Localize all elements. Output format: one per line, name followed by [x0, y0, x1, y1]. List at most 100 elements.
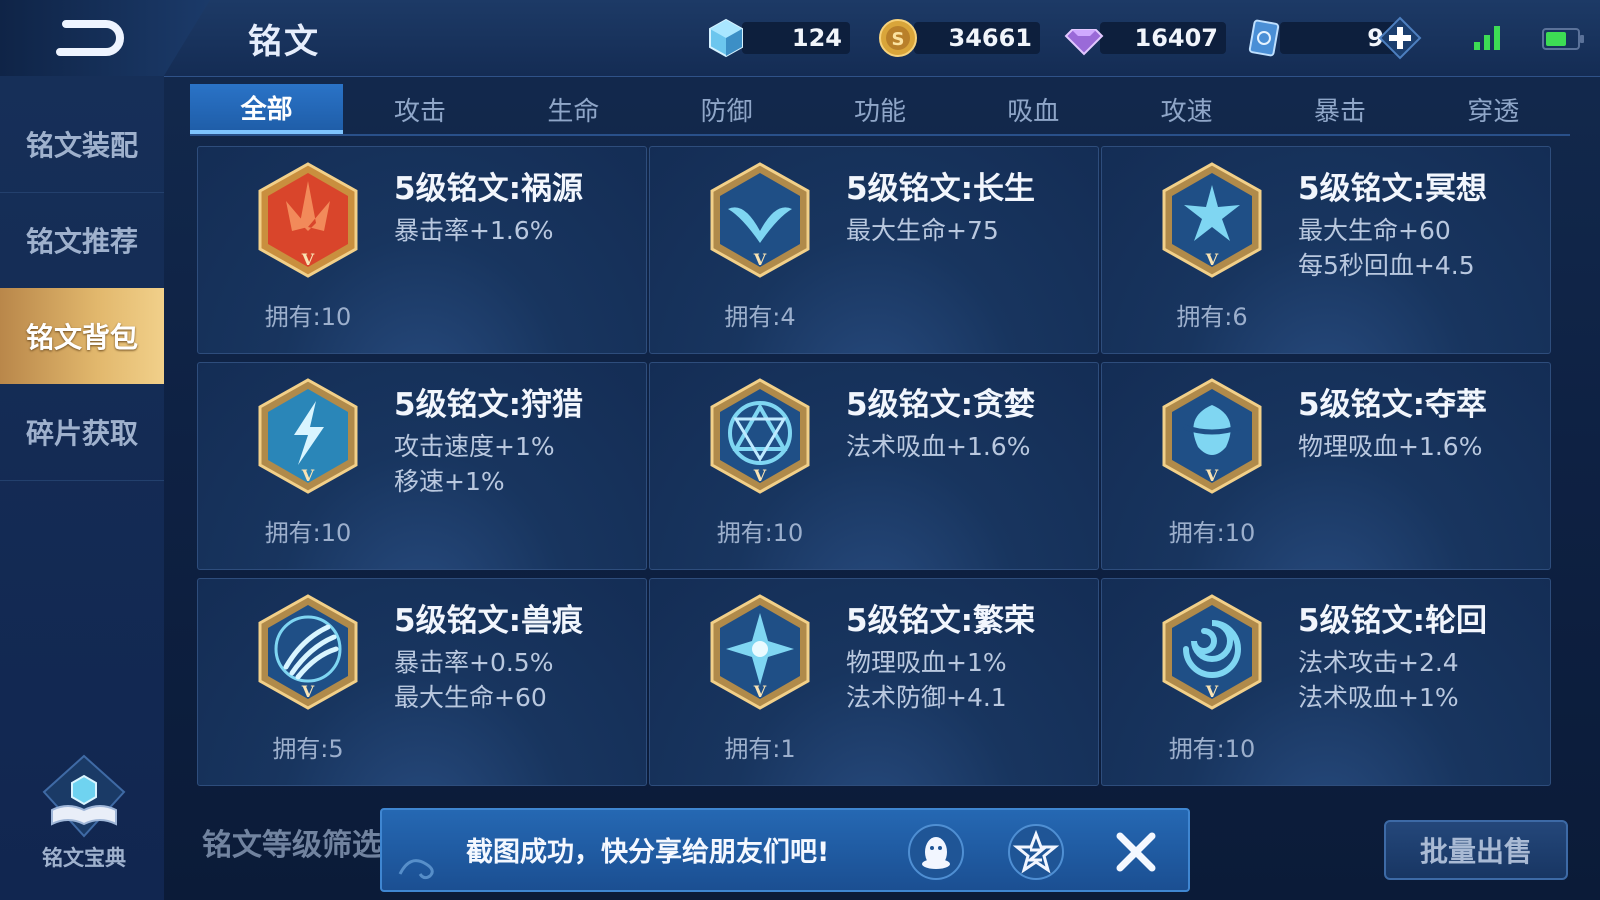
gold-coin-icon: S [879, 19, 917, 57]
rune-owned-count: 拥有:10 [1168, 519, 1256, 547]
cloud-swirl-icon [398, 859, 434, 880]
currency-gem: 16407 [1064, 18, 1226, 58]
rune-stat: 移速+1% [394, 467, 505, 496]
rune-grid: V 5级铭文:祸源 暴击率+1.6% 拥有:10 V 5级铭文:长生 最大生命+… [197, 146, 1569, 790]
tab-attack[interactable]: 攻击 [343, 84, 496, 134]
codex-label: 铭文宝典 [42, 846, 126, 870]
rune-owned-count: 拥有:10 [716, 519, 804, 547]
rune-owned-count: 拥有:4 [724, 303, 796, 331]
gem-level-mark: V [753, 250, 767, 269]
rune-title: 5级铭文:兽痕 [394, 603, 583, 639]
rune-owned-count: 拥有:10 [264, 519, 352, 547]
back-icon[interactable] [52, 12, 132, 64]
sidebar-item-fragments[interactable]: 碎片获取 [0, 384, 164, 481]
rune-card[interactable]: V 5级铭文:兽痕 暴击率+0.5% 最大生命+60 拥有:5 [197, 578, 647, 786]
red-rune-gem-icon: V [258, 162, 358, 278]
category-tabs: 全部 攻击 生命 防御 功能 吸血 攻速 暴击 穿透 [190, 84, 1570, 136]
svg-text:S: S [892, 29, 905, 50]
bulk-sell-button[interactable]: 批量出售 [1384, 820, 1568, 880]
tab-defense[interactable]: 防御 [650, 84, 803, 134]
rune-title: 5级铭文:繁荣 [846, 603, 1035, 639]
star-burst-rune-gem-icon: V [710, 594, 810, 710]
rune-title: 5级铭文:轮回 [1298, 603, 1487, 639]
rune-card[interactable]: V 5级铭文:贪婪 法术吸血+1.6% 拥有:10 [649, 362, 1099, 570]
tab-utility[interactable]: 功能 [803, 84, 956, 134]
rune-title: 5级铭文:冥想 [1298, 171, 1487, 207]
ticket-card-icon [1248, 19, 1280, 57]
currency-gold-value: 34661 [914, 22, 1040, 54]
sidebar-item-equip[interactable]: 铭文装配 [0, 96, 164, 193]
triangle-rune-gem-icon: V [710, 378, 810, 494]
rune-stat: 攻击速度+1% [394, 432, 555, 461]
close-icon[interactable] [1108, 824, 1164, 880]
rune-stat: 法术吸血+1.6% [846, 432, 1031, 461]
tab-health[interactable]: 生命 [497, 84, 650, 134]
lightning-rune-gem-icon: V [258, 378, 358, 494]
rune-owned-count: 拥有:1 [724, 735, 796, 763]
signal-icon [1474, 26, 1500, 50]
blue-wing-rune-gem-icon: V [710, 162, 810, 278]
tab-all[interactable]: 全部 [190, 84, 344, 134]
gem-level-mark: V [753, 466, 767, 485]
rune-owned-count: 拥有:6 [1176, 303, 1248, 331]
codex-book-icon [42, 754, 126, 838]
gem-level-mark: V [301, 682, 315, 701]
currency-ticket: 9 [1244, 18, 1398, 58]
qq-share-icon[interactable] [908, 824, 964, 880]
rune-title: 5级铭文:夺萃 [1298, 387, 1487, 423]
rune-stat: 物理吸血+1.6% [1298, 432, 1483, 461]
rune-card[interactable]: V 5级铭文:繁荣 物理吸血+1% 法术防御+4.1 拥有:1 [649, 578, 1099, 786]
tab-attack-speed[interactable]: 攻速 [1110, 84, 1263, 134]
rune-stat: 每5秒回血+4.5 [1298, 251, 1475, 280]
rune-card[interactable]: V 5级铭文:狩猎 攻击速度+1% 移速+1% 拥有:10 [197, 362, 647, 570]
sidebar-item-recommend[interactable]: 铭文推荐 [0, 192, 164, 289]
rune-stat: 暴击率+1.6% [394, 216, 554, 245]
top-bar: 铭文 124 S 34661 16407 9 [0, 0, 1600, 77]
gem-level-mark: V [753, 682, 767, 701]
page-title: 铭文 [248, 22, 320, 62]
rune-title: 5级铭文:长生 [846, 171, 1035, 207]
claw-rune-gem-icon: V [258, 594, 358, 710]
tab-crit[interactable]: 暴击 [1263, 84, 1416, 134]
tab-lifesteal[interactable]: 吸血 [957, 84, 1110, 134]
purple-gem-icon [1064, 29, 1104, 56]
rune-title: 5级铭文:狩猎 [394, 387, 583, 423]
rune-owned-count: 拥有:10 [1168, 735, 1256, 763]
rune-card[interactable]: V 5级铭文:长生 最大生命+75 拥有:4 [649, 146, 1099, 354]
blue-star-rune-gem-icon: V [1162, 162, 1262, 278]
add-currency-button[interactable] [1378, 16, 1422, 60]
currency-diamond-value: 124 [742, 22, 850, 54]
battery-icon [1542, 28, 1584, 50]
diamond-cube-icon [709, 18, 743, 58]
gem-level-mark: V [1205, 250, 1219, 269]
rune-stat: 法术攻击+2.4 [1298, 648, 1459, 677]
toast-message: 截图成功，快分享给朋友们吧! [466, 837, 830, 868]
gem-level-mark: V [301, 250, 315, 269]
tab-penetration[interactable]: 穿透 [1417, 84, 1570, 134]
knot-rune-gem-icon: V [1162, 378, 1262, 494]
rune-stat: 法术吸血+1% [1298, 683, 1459, 712]
rune-card[interactable]: V 5级铭文:冥想 最大生命+60 每5秒回血+4.5 拥有:6 [1101, 146, 1551, 354]
gem-level-mark: V [1205, 466, 1219, 485]
rune-card[interactable]: V 5级铭文:夺萃 物理吸血+1.6% 拥有:10 [1101, 362, 1551, 570]
level-filter[interactable]: 铭文等级筛选 [202, 820, 382, 864]
rune-card[interactable]: V 5级铭文:轮回 法术攻击+2.4 法术吸血+1% 拥有:10 [1101, 578, 1551, 786]
rune-stat: 法术防御+4.1 [846, 683, 1007, 712]
rune-stat: 最大生命+60 [394, 683, 547, 712]
currency-gem-value: 16407 [1100, 22, 1226, 54]
rune-stat: 暴击率+0.5% [394, 648, 554, 677]
swirl-rune-gem-icon: V [1162, 594, 1262, 710]
rune-stat: 最大生命+75 [846, 216, 999, 245]
sidebar-item-backpack[interactable]: 铭文背包 [0, 288, 164, 384]
rune-title: 5级铭文:贪婪 [846, 387, 1035, 423]
currency-gold: S 34661 [878, 18, 1040, 58]
rune-stat: 最大生命+60 [1298, 216, 1451, 245]
qzone-share-icon[interactable] [1008, 824, 1064, 880]
rune-card[interactable]: V 5级铭文:祸源 暴击率+1.6% 拥有:10 [197, 146, 647, 354]
rune-owned-count: 拥有:10 [264, 303, 352, 331]
currency-diamond: 124 [706, 18, 850, 58]
rune-stat: 物理吸血+1% [846, 648, 1007, 677]
codex-button[interactable]: 铭文宝典 [28, 752, 140, 882]
gem-level-mark: V [301, 466, 315, 485]
screenshot-toast: 截图成功，快分享给朋友们吧! [380, 808, 1190, 892]
